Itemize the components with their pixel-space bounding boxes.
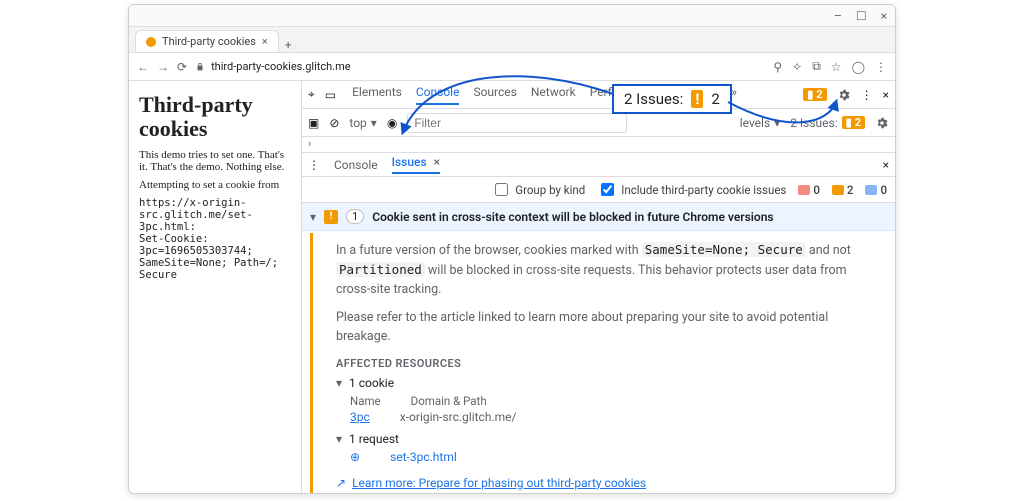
live-expressions-icon[interactable]: ◉ [387, 116, 397, 130]
clear-console-icon[interactable]: ⊘ [329, 116, 339, 130]
request-list: ⊕ set-3pc.html [350, 450, 879, 464]
gear-icon[interactable] [875, 116, 889, 130]
affected-resources-header: Affected resources [336, 357, 879, 370]
issue-title: Cookie sent in cross-site context will b… [372, 210, 773, 224]
console-filterbar: ▣ ⊘ top ▾ ◉ levels ▾ 2 Issues: ▮ 2 [302, 109, 895, 137]
group-by-kind-checkbox[interactable]: Group by kind [491, 180, 585, 199]
tab-close-icon[interactable]: × [262, 35, 268, 48]
drawer-tab-console[interactable]: Console [334, 158, 378, 172]
issue-paragraph: In a future version of the browser, cook… [336, 241, 879, 299]
issue-count: 1 [346, 209, 364, 224]
device-icon[interactable]: ▭ [325, 88, 336, 102]
reload-button[interactable]: ⟳ [177, 60, 187, 74]
levels-dropdown[interactable]: levels ▾ [740, 116, 780, 130]
window-close-button[interactable]: × [881, 9, 887, 23]
issue-row[interactable]: ▾ ! 1 Cookie sent in cross-site context … [302, 203, 895, 231]
issue-detail: In a future version of the browser, cook… [302, 231, 895, 493]
devtools-menu-icon[interactable]: ⋮ [861, 88, 873, 102]
context-selector[interactable]: top ▾ [349, 116, 376, 130]
devtools-panel: ⌖ ▭ Elements Console Sources Network Per… [301, 81, 895, 493]
filter-input[interactable] [407, 113, 627, 133]
chevron-down-icon: ▾ [310, 210, 316, 224]
tab-network[interactable]: Network [531, 85, 576, 105]
page-title: Third-party cookies [139, 93, 291, 141]
drawer-header: ⋮ Console Issues × × [302, 153, 895, 177]
tab-elements[interactable]: Elements [352, 85, 402, 105]
address-bar[interactable]: third-party-cookies.glitch.me [195, 60, 765, 73]
cookie-table: Name Domain & Path 3pc x-origin-src.glit… [350, 394, 879, 424]
warning-icon: ! [691, 90, 703, 108]
devtools-close-icon[interactable]: × [883, 88, 889, 102]
col-domain: Domain & Path [411, 394, 487, 408]
sidebar-toggle-icon[interactable]: ▣ [308, 116, 319, 130]
console-prompt[interactable]: › [302, 137, 895, 153]
window-titlebar: – ☐ × [129, 5, 895, 27]
issue-gutter [310, 233, 332, 493]
learn-more-link[interactable]: Learn more: Prepare for phasing out thir… [352, 476, 646, 490]
issues-body: ▾ ! 1 Cookie sent in cross-site context … [302, 203, 895, 493]
devtools-top: ⌖ ▭ Elements Console Sources Network Per… [302, 81, 895, 109]
request-link[interactable]: set-3pc.html [390, 450, 457, 464]
external-link-icon: ↗ [336, 476, 346, 490]
tab-sources[interactable]: Sources [473, 85, 516, 105]
search-icon[interactable]: ⚲ [773, 60, 782, 74]
issue-count-red: 0 [798, 183, 820, 197]
inspect-icon[interactable]: ⌖ [308, 87, 315, 102]
warning-badge[interactable]: ▮ 2 [803, 88, 826, 101]
lock-icon [195, 62, 205, 72]
affected-group-cookie[interactable]: ▾ 1 cookie [336, 376, 879, 390]
tab-title: Third-party cookies [162, 35, 256, 48]
callout-label: 2 Issues: [624, 90, 683, 108]
issue-paragraph: Please refer to the article linked to le… [336, 309, 879, 347]
include-third-party-checkbox[interactable]: Include third-party cookie issues [597, 180, 786, 199]
avatar-icon[interactable]: ◯ [852, 60, 865, 74]
annotation-callout: 2 Issues: ! 2 [612, 84, 732, 114]
close-icon[interactable]: × [434, 155, 440, 169]
browser-tab[interactable]: Third-party cookies × [135, 30, 279, 52]
drawer-tab-issues[interactable]: Issues × [392, 155, 440, 174]
issues-summary[interactable]: 2 Issues: ▮ 2 [790, 116, 865, 130]
forward-button[interactable]: → [157, 60, 169, 74]
gear-icon[interactable] [837, 88, 851, 102]
drawer-menu-icon[interactable]: ⋮ [308, 158, 320, 172]
callout-count: 2 [711, 90, 719, 108]
window-min-button[interactable]: – [834, 9, 842, 23]
tab-strip: Third-party cookies × + [129, 27, 895, 53]
extensions-icon[interactable]: ⧉ [812, 59, 821, 74]
chevron-down-icon: ▾ [336, 432, 342, 446]
tab-more[interactable]: » [731, 85, 737, 105]
cookie-domain: x-origin-src.glitch.me/ [400, 410, 517, 424]
issue-count-yellow: 2 [832, 183, 854, 197]
tab-favicon [146, 37, 156, 47]
new-tab-button[interactable]: + [285, 38, 292, 52]
request-icon: ⊕ [350, 450, 360, 464]
drawer-close-icon[interactable]: × [883, 158, 889, 172]
bookmark-icon[interactable]: ☆ [831, 60, 842, 74]
learn-more-row[interactable]: ↗ Learn more: Prepare for phasing out th… [336, 476, 879, 490]
col-name: Name [350, 394, 381, 408]
warning-icon: ! [324, 210, 338, 224]
issues-subbar: Group by kind Include third-party cookie… [302, 177, 895, 203]
page-paragraph: Attempting to set a cookie from [139, 179, 291, 191]
cookie-name-link[interactable]: 3pc [350, 410, 370, 424]
affected-group-request[interactable]: ▾ 1 request [336, 432, 879, 446]
back-button[interactable]: ← [137, 60, 149, 74]
tab-console[interactable]: Console [416, 85, 460, 105]
browser-window: – ☐ × Third-party cookies × + ← → ⟳ thir… [128, 4, 896, 494]
share-icon[interactable]: ✧ [792, 60, 802, 74]
browser-toolbar: ← → ⟳ third-party-cookies.glitch.me ⚲ ✧ … [129, 53, 895, 81]
issue-count-blue: 0 [865, 183, 887, 197]
page-content: Third-party cookies This demo tries to s… [129, 81, 301, 493]
menu-icon[interactable]: ⋮ [875, 60, 887, 74]
chevron-down-icon: ▾ [336, 376, 342, 390]
page-paragraph: This demo tries to set one. That's it. T… [139, 149, 291, 173]
window-max-button[interactable]: ☐ [856, 9, 867, 23]
page-code: https://x-origin-src.glitch.me/set-3pc.h… [139, 197, 291, 281]
url-text: third-party-cookies.glitch.me [211, 60, 351, 73]
